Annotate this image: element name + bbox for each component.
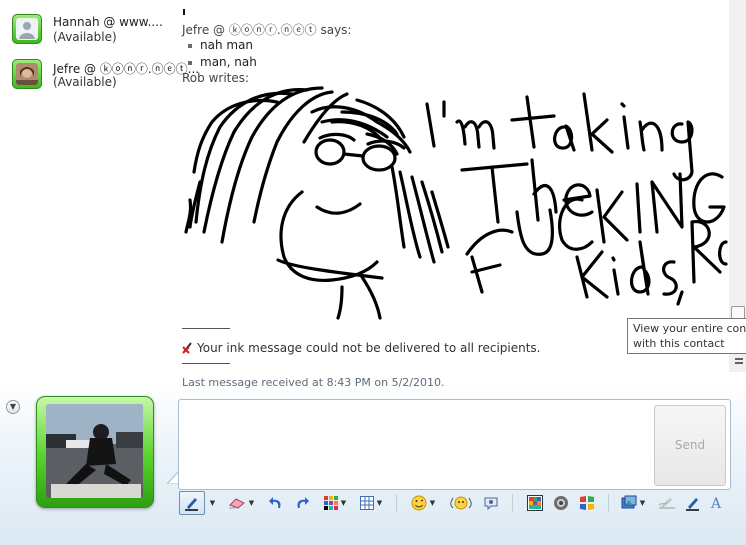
- contact-status: (Available): [53, 30, 117, 44]
- collapse-toggle-button[interactable]: ▼: [6, 400, 20, 414]
- scroll-down-icon[interactable]: [734, 355, 744, 367]
- voice-clip-icon: [554, 496, 568, 510]
- photo-share-icon: [621, 495, 637, 509]
- wink-icon: [450, 496, 472, 510]
- message-item: nah man: [188, 38, 253, 52]
- toolbar-separator: [512, 494, 513, 512]
- color-grid-icon: [323, 496, 338, 510]
- ink-toolbar: ▼ ▼ ▼ ▼ ▼ ▼ A: [178, 489, 729, 519]
- photo-share-button[interactable]: ▼: [618, 491, 648, 515]
- eraser-button[interactable]: ▼: [222, 491, 260, 515]
- contact-hannah[interactable]: Hannah @ www.... (Available): [12, 14, 172, 48]
- history-tooltip: View your entire conv with this contact: [627, 318, 746, 354]
- undo-icon: [269, 497, 281, 508]
- background-button[interactable]: [524, 491, 546, 515]
- ink-pen-icon: [185, 498, 198, 511]
- toolbar-separator: [396, 494, 397, 512]
- svg-text:A: A: [710, 496, 722, 511]
- emoticon-icon: [411, 495, 427, 511]
- handwriting-icon: [658, 498, 675, 509]
- contact-avatar-frame: [12, 59, 42, 89]
- ink-drawing: [184, 86, 728, 320]
- contact-photo: [16, 63, 38, 85]
- delivery-notice: Your ink message could not be delivered …: [182, 341, 541, 355]
- default-user-icon: [16, 18, 38, 40]
- color-button[interactable]: ▼: [320, 491, 350, 515]
- background-icon: [527, 495, 543, 511]
- text-cursor-mark: [183, 9, 185, 15]
- eraser-icon: [228, 498, 245, 509]
- font-icon: A: [710, 496, 722, 511]
- grid-button[interactable]: ▼: [356, 491, 386, 515]
- own-display-picture[interactable]: [36, 396, 154, 508]
- grid-icon: [359, 496, 374, 510]
- conversation-scrollbar[interactable]: [729, 0, 746, 372]
- contact-status: (Available): [53, 75, 117, 89]
- sender-line: Jefre @ ⓚⓞⓝⓡ.ⓝⓔⓣ says:: [182, 23, 352, 37]
- ink-pen-dropdown[interactable]: ▼: [206, 491, 216, 515]
- ink-pen-small-icon: [686, 498, 699, 511]
- contact-jefre[interactable]: Jefre @ ⓚⓞⓝⓡ.ⓝⓔⓣ... (Available): [12, 59, 199, 93]
- nudge-icon: [484, 497, 498, 511]
- contact-avatar-frame: [12, 14, 42, 44]
- message-input-box[interactable]: Send: [178, 399, 731, 490]
- contact-name: Hannah @ www....: [53, 15, 163, 29]
- ink-error-icon: [182, 342, 192, 354]
- games-button[interactable]: [576, 491, 598, 515]
- handwriting-button[interactable]: [656, 491, 678, 515]
- separator: [182, 328, 230, 329]
- nudge-button[interactable]: [480, 491, 502, 515]
- font-button[interactable]: A: [706, 491, 728, 515]
- redo-icon: [297, 497, 309, 508]
- message-input[interactable]: [185, 406, 653, 486]
- separator: [182, 363, 230, 364]
- ink-pen-small-button[interactable]: [682, 491, 704, 515]
- message-item: man, nah: [188, 55, 257, 69]
- last-message-time: Last message received at 8:43 PM on 5/2/…: [182, 376, 445, 389]
- send-button[interactable]: Send: [654, 405, 726, 486]
- toolbar-separator: [608, 494, 609, 512]
- undo-button[interactable]: [266, 491, 286, 515]
- games-icon: [580, 496, 594, 510]
- display-photo: [46, 404, 143, 498]
- voice-clip-button[interactable]: [550, 491, 572, 515]
- redo-button[interactable]: [292, 491, 312, 515]
- emoticon-button[interactable]: ▼: [408, 491, 438, 515]
- wink-button[interactable]: [448, 491, 474, 515]
- ink-pen-button[interactable]: [179, 491, 205, 515]
